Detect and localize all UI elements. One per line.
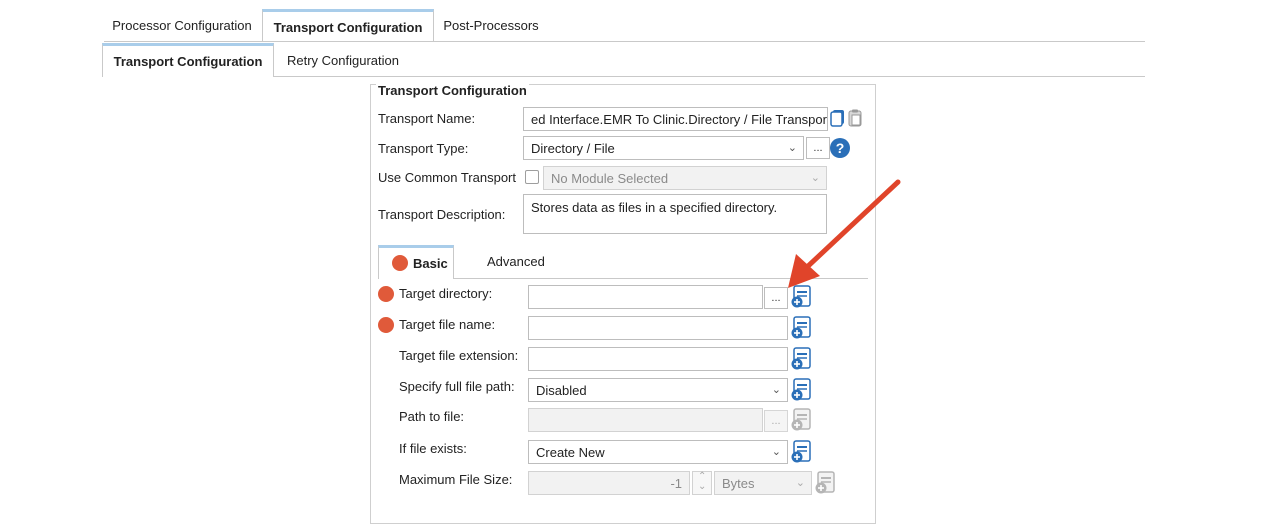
- tab-label: Retry Configuration: [287, 52, 399, 68]
- help-glyph: ?: [835, 140, 845, 156]
- transport-description-label: Transport Description:: [378, 207, 506, 222]
- tab-label: Post-Processors: [443, 17, 539, 33]
- chevron-down-icon: ⌄: [698, 481, 707, 492]
- target-file-name-input[interactable]: [528, 316, 788, 340]
- add-variable-icon[interactable]: [790, 316, 812, 340]
- max-file-size-unit-value: Bytes: [722, 475, 755, 491]
- transport-type-label: Transport Type:: [378, 141, 469, 156]
- target-file-name-label: Target file name:: [399, 317, 496, 332]
- tab-label: Transport Configuration: [113, 54, 263, 69]
- chevron-down-icon: ⌄: [795, 477, 805, 489]
- max-file-size-label: Maximum File Size:: [399, 472, 513, 487]
- required-dot-icon: [378, 317, 394, 333]
- if-file-exists-label: If file exists:: [399, 441, 467, 456]
- common-module-value: No Module Selected: [551, 170, 669, 186]
- use-common-transport-checkbox[interactable]: [525, 170, 539, 184]
- tab-post-processors[interactable]: Post-Processors: [436, 9, 546, 41]
- specify-full-path-label: Specify full file path:: [399, 379, 515, 394]
- required-dot-icon: [392, 255, 408, 271]
- if-file-exists-select[interactable]: Create New ⌄: [528, 440, 788, 464]
- chevron-down-icon: ⌄: [771, 446, 781, 458]
- subtab-transport-configuration[interactable]: Transport Configuration: [102, 43, 274, 77]
- max-file-size-stepper[interactable]: ⌃ ⌄: [692, 471, 712, 495]
- path-to-file-label: Path to file:: [399, 409, 465, 424]
- copy-icon[interactable]: [830, 109, 846, 127]
- top-tabs-divider: [104, 41, 1145, 42]
- target-file-extension-label: Target file extension:: [399, 348, 519, 363]
- help-icon[interactable]: ?: [830, 138, 850, 158]
- paste-icon[interactable]: [847, 109, 863, 127]
- max-file-size-input[interactable]: -1: [528, 471, 690, 495]
- tab-label: Processor Configuration: [112, 17, 252, 33]
- specify-full-path-select[interactable]: Disabled ⌄: [528, 378, 788, 402]
- target-directory-input[interactable]: [528, 285, 763, 309]
- add-variable-icon[interactable]: [790, 408, 812, 432]
- add-variable-icon[interactable]: [790, 347, 812, 371]
- sub-tabs-divider: [274, 76, 1145, 77]
- annotation-arrow-icon: [788, 179, 901, 288]
- add-variable-icon[interactable]: [790, 440, 812, 464]
- dots-label: ...: [813, 142, 823, 154]
- tab-basic[interactable]: Basic: [378, 245, 454, 279]
- tab-basic-label: Basic: [413, 256, 448, 271]
- dots-label: ...: [771, 415, 781, 427]
- path-to-file-browse-button[interactable]: ...: [764, 410, 788, 432]
- chevron-down-icon: ⌄: [771, 384, 781, 396]
- transport-name-value: ed Interface.EMR To Clinic.Directory / F…: [531, 111, 828, 127]
- group-title: Transport Configuration: [376, 83, 529, 98]
- if-file-exists-value: Create New: [536, 444, 605, 460]
- tab-label: Transport Configuration: [273, 19, 423, 35]
- max-file-size-value: -1: [670, 475, 682, 491]
- transport-type-browse-button[interactable]: ...: [806, 137, 830, 159]
- subtab-retry-configuration[interactable]: Retry Configuration: [276, 44, 410, 76]
- add-variable-icon[interactable]: [814, 471, 836, 495]
- path-to-file-input[interactable]: [528, 408, 763, 432]
- tab-processor-configuration[interactable]: Processor Configuration: [104, 9, 260, 41]
- transport-type-select[interactable]: Directory / File ⌄: [523, 136, 804, 160]
- chevron-down-icon: ⌄: [787, 142, 797, 154]
- max-file-size-unit-select[interactable]: Bytes ⌄: [714, 471, 812, 495]
- transport-type-value: Directory / File: [531, 140, 615, 156]
- transport-name-label: Transport Name:: [378, 111, 476, 126]
- specify-full-path-value: Disabled: [536, 382, 587, 398]
- required-dot-icon: [378, 286, 394, 302]
- target-directory-label: Target directory:: [399, 286, 493, 301]
- description-value: Stores data as files in a specified dire…: [531, 200, 778, 215]
- tab-advanced[interactable]: Advanced: [487, 254, 545, 269]
- use-common-transport-label: Use Common Transport: [378, 170, 516, 185]
- tab-advanced-label: Advanced: [487, 254, 545, 269]
- add-variable-icon[interactable]: [790, 378, 812, 402]
- transport-name-input[interactable]: ed Interface.EMR To Clinic.Directory / F…: [523, 107, 828, 131]
- target-file-extension-input[interactable]: [528, 347, 788, 371]
- tab-transport-configuration[interactable]: Transport Configuration: [262, 9, 434, 42]
